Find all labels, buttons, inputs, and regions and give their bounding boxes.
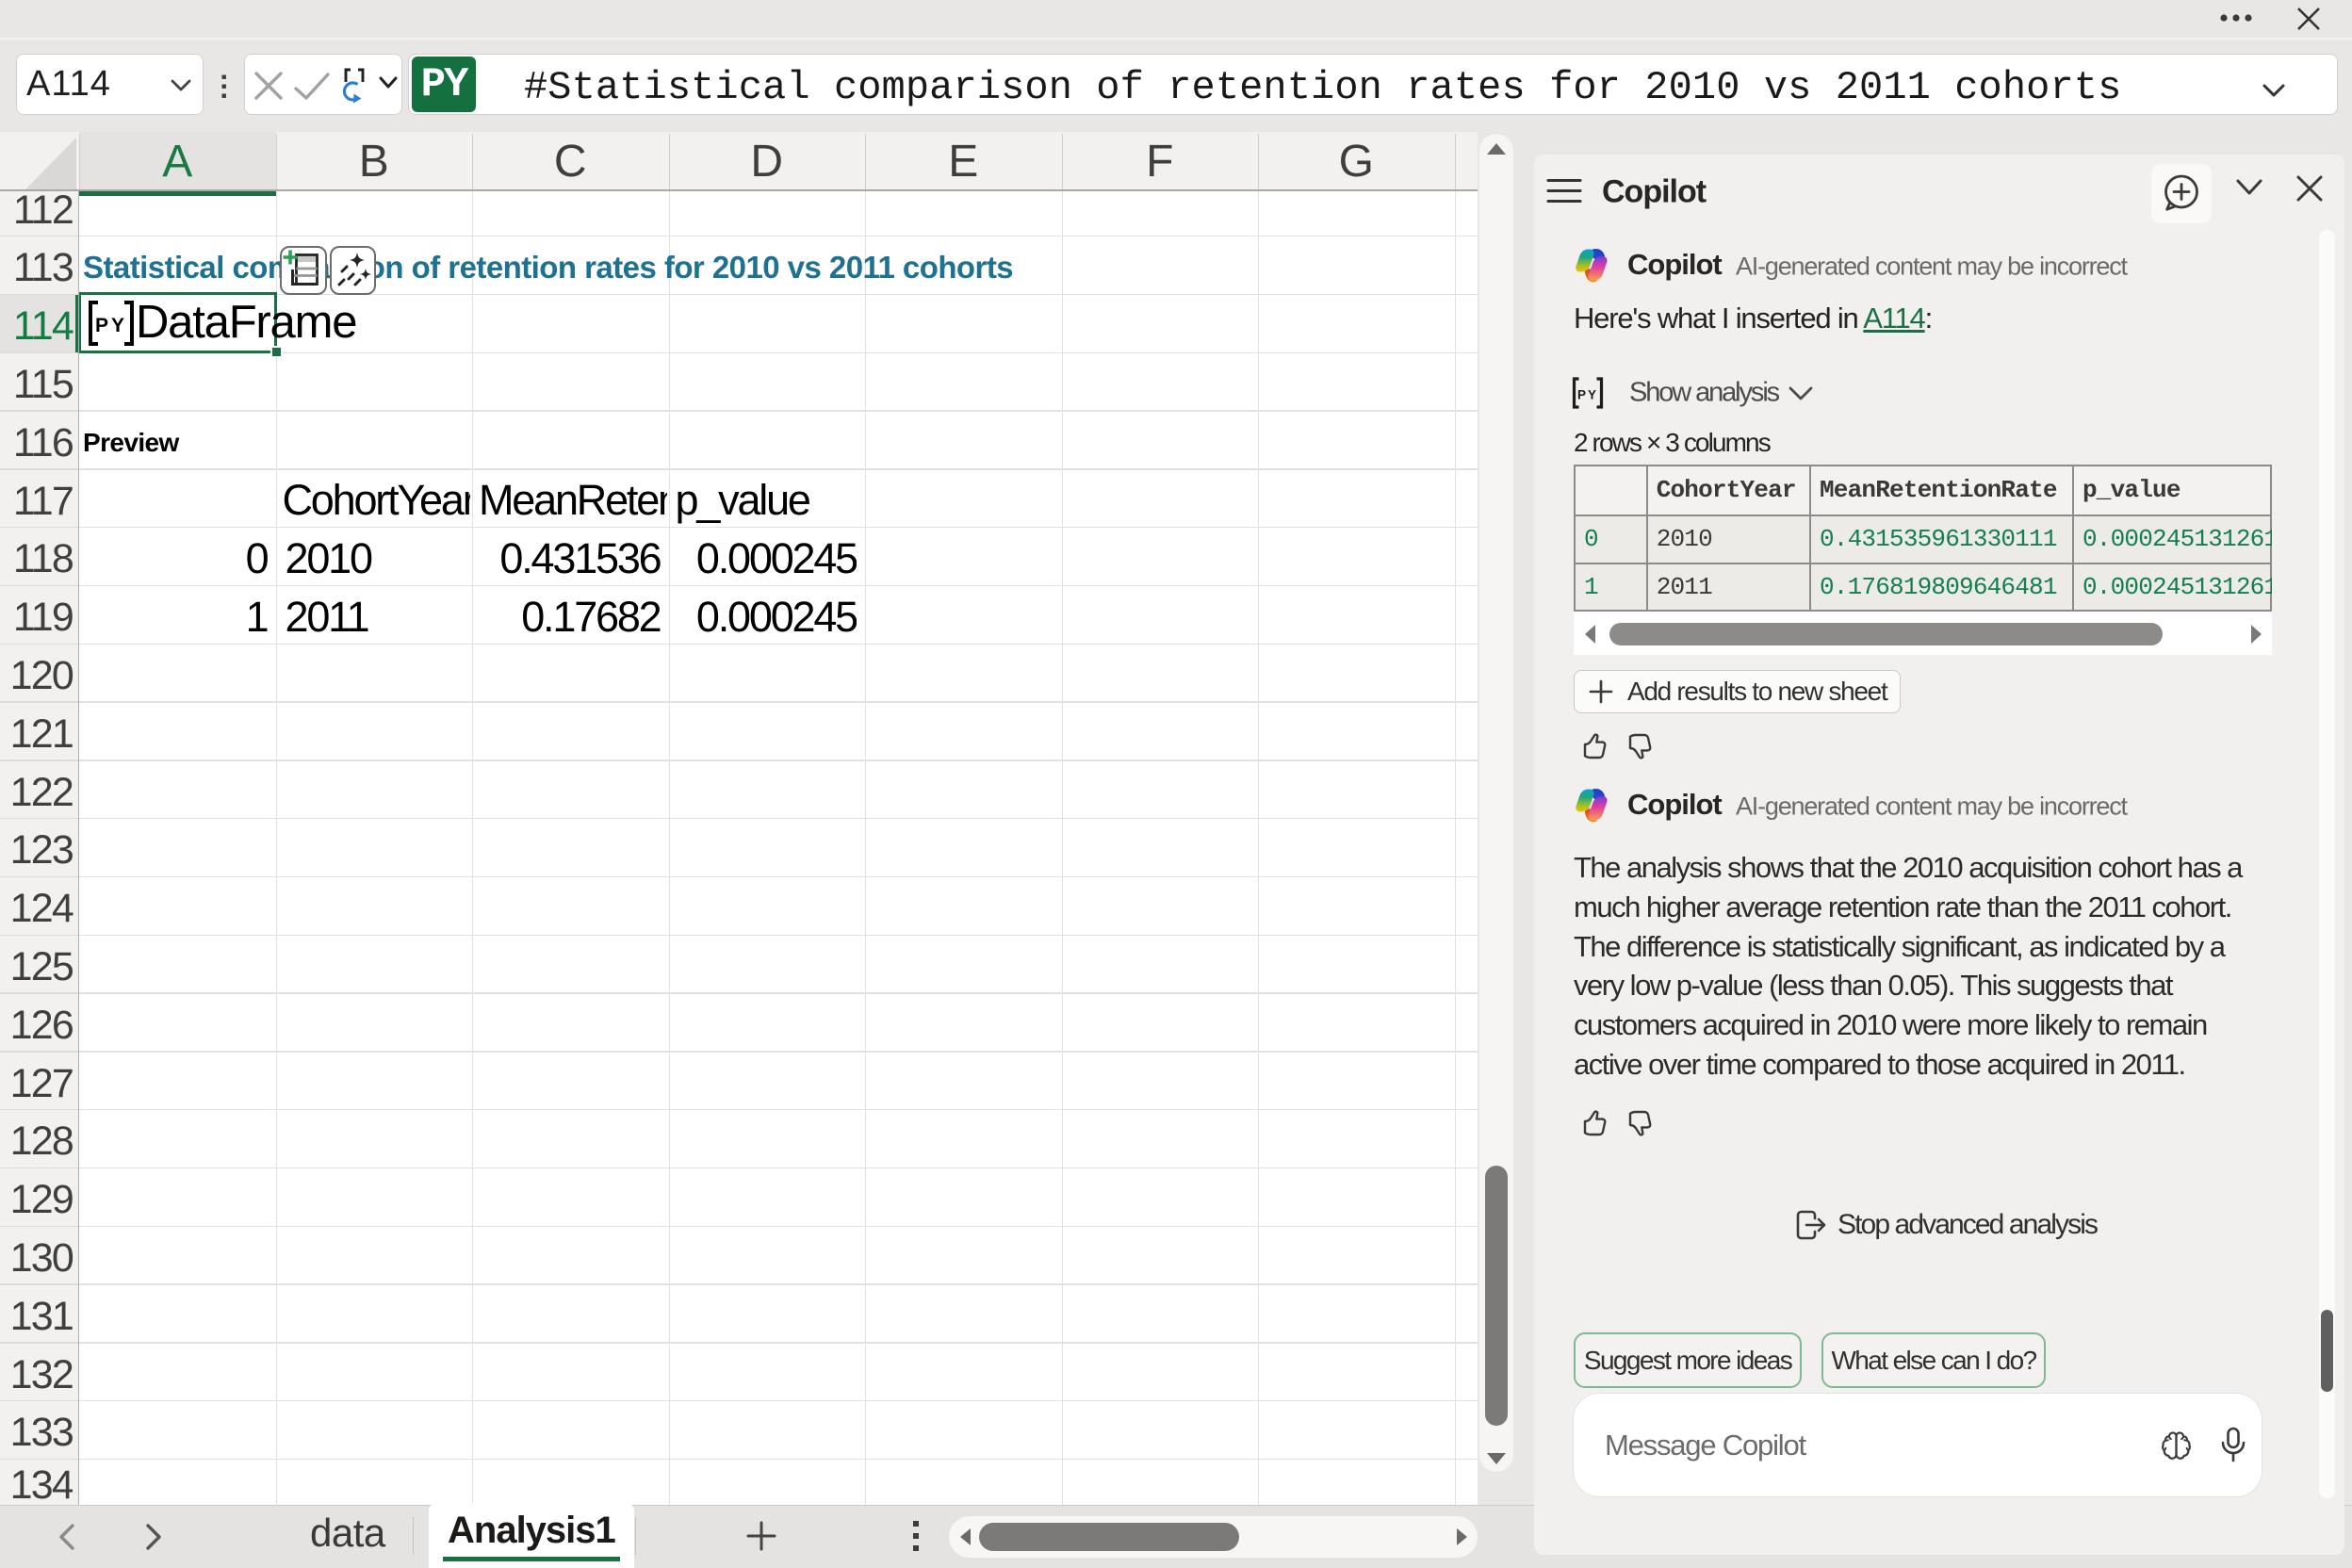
svg-text:P: P — [95, 315, 108, 336]
svg-text:Y: Y — [1588, 388, 1596, 402]
svg-text:Y: Y — [111, 315, 124, 336]
svg-text:P: P — [1577, 388, 1586, 402]
